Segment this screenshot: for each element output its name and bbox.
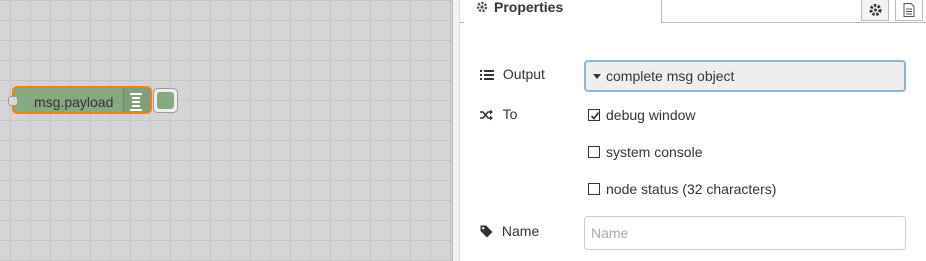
to-label: To	[502, 106, 518, 122]
description-tab-button[interactable]	[895, 0, 923, 21]
node-editor-tray: Properties Output complete msg object To…	[460, 0, 926, 261]
tab-properties[interactable]: Properties	[464, 0, 662, 23]
node-status-label: node status (32 characters)	[606, 181, 777, 197]
node-input-port[interactable]	[8, 96, 18, 106]
node-status-checkbox[interactable]	[588, 183, 600, 195]
tag-icon	[480, 223, 502, 239]
name-row-label: Name	[480, 223, 539, 239]
name-input[interactable]	[584, 216, 906, 250]
debug-window-checkbox[interactable]	[588, 109, 600, 121]
output-select[interactable]: complete msg object	[584, 60, 906, 92]
to-row-label: To	[480, 106, 517, 122]
node-toggle-indicator	[157, 92, 174, 109]
debug-window-label: debug window	[606, 107, 696, 123]
debug-list-icon	[123, 88, 150, 112]
caret-down-icon	[593, 74, 601, 79]
node-label: msg.payload	[34, 94, 114, 110]
editor-tab-bar: Properties	[460, 0, 926, 23]
node-toggle-button[interactable]	[153, 88, 178, 113]
list-icon	[480, 66, 503, 82]
panel-divider[interactable]	[452, 0, 460, 261]
output-label: Output	[502, 66, 545, 82]
workspace-canvas[interactable]: msg.payload	[0, 0, 452, 261]
settings-tab-button[interactable]	[861, 0, 889, 21]
output-select-value: complete msg object	[606, 68, 735, 84]
system-console-checkbox[interactable]	[588, 146, 600, 158]
tab-properties-label: Properties	[494, 0, 564, 15]
gear-icon	[476, 0, 488, 17]
system-console-label: system console	[606, 144, 703, 160]
name-label: Name	[501, 223, 540, 239]
output-row-label: Output	[480, 66, 545, 82]
random-icon	[480, 106, 503, 122]
debug-node[interactable]: msg.payload	[8, 86, 152, 114]
